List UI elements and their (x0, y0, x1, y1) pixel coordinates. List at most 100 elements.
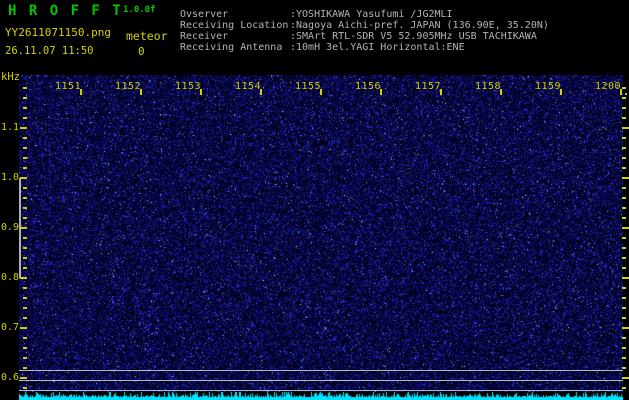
x-tick-label: 1153 (175, 81, 202, 92)
y-minor-tick-left (23, 107, 27, 109)
x-tick-label: 1151 (55, 81, 82, 92)
y-minor-tick-right (622, 267, 626, 269)
y-minor-tick-left (23, 137, 27, 139)
y-minor-tick-right (622, 257, 626, 259)
y-minor-tick-left (23, 317, 27, 319)
y-minor-tick-right (622, 117, 626, 119)
y-minor-tick-right (622, 357, 626, 359)
station-info-row: Receiver :SMArt RTL-SDR V5 52.905MHz USB … (180, 31, 549, 42)
x-tick-label: 1155 (295, 81, 322, 92)
minute-tick (320, 89, 322, 95)
y-minor-tick-right (622, 187, 626, 189)
y-major-tick-right (622, 277, 629, 279)
end-tick-dot (625, 93, 627, 95)
y-minor-tick-left (23, 357, 27, 359)
station-info: Ovserver:YOSHIKAWA Yasufumi /JG2MLI Recei… (180, 9, 549, 53)
station-info-label: Receiving Location (180, 20, 289, 31)
y-minor-tick-left (23, 97, 27, 99)
y-minor-tick-right (622, 167, 626, 169)
station-info-label: Ovserver (180, 9, 229, 20)
y-minor-tick-left (23, 347, 27, 349)
y-minor-tick-right (622, 387, 626, 389)
y-minor-tick-left (23, 207, 27, 209)
y-major-tick-right (622, 377, 629, 379)
y-minor-tick-left (23, 197, 27, 199)
y-minor-tick-left (23, 237, 27, 239)
minute-tick (80, 89, 82, 95)
y-minor-tick-right (622, 157, 626, 159)
minute-tick (620, 89, 622, 95)
y-minor-tick-right (622, 367, 626, 369)
y-major-tick-right (622, 327, 629, 329)
y-minor-tick-right (622, 107, 626, 109)
station-info-value: :YOSHIKAWA Yasufumi /JG2MLI (290, 9, 453, 20)
minute-tick (140, 89, 142, 95)
spectrogram-noise (19, 75, 623, 392)
minute-tick (560, 89, 562, 95)
y-minor-tick-right (622, 197, 626, 199)
station-info-row: Ovserver :YOSHIKAWA Yasufumi /JG2MLI (180, 9, 549, 20)
y-major-tick-left (20, 127, 27, 129)
y-minor-tick-left (23, 217, 27, 219)
minute-tick (260, 89, 262, 95)
app-title: H R O F F T (8, 3, 123, 19)
y-major-tick-right (622, 127, 629, 129)
y-minor-tick-right (622, 287, 626, 289)
y-minor-tick-right (622, 247, 626, 249)
minute-tick (200, 89, 202, 95)
y-minor-tick-right (622, 87, 626, 89)
y-minor-tick-left (23, 187, 27, 189)
y-major-tick-right (622, 227, 629, 229)
y-minor-tick-left (23, 247, 27, 249)
y-minor-tick-left (23, 287, 27, 289)
y-minor-tick-right (622, 337, 626, 339)
station-info-row: Receiving Location:Nagoya Aichi-pref. JA… (180, 20, 549, 31)
minute-tick (500, 89, 502, 95)
y-minor-tick-right (622, 297, 626, 299)
station-info-label: Receiver (180, 31, 229, 42)
y-minor-tick-right (622, 147, 626, 149)
y-minor-tick-left (23, 267, 27, 269)
y-axis-unit-label: kHz (1, 71, 20, 83)
y-tick-label: 0.6 (1, 372, 20, 383)
y-tick-label: 0.9 (1, 222, 20, 233)
y-minor-tick-left (23, 147, 27, 149)
y-tick-label: 1.1 (1, 122, 20, 133)
reference-line-lower (19, 390, 623, 391)
y-minor-tick-left (23, 297, 27, 299)
station-info-label: Receiving Antenna (180, 42, 283, 53)
y-minor-tick-right (622, 207, 626, 209)
x-tick-label: 1159 (535, 81, 562, 92)
reference-line-upper (19, 370, 623, 371)
spectrogram-plot (19, 75, 623, 400)
minute-tick (380, 89, 382, 95)
station-info-value: :SMArt RTL-SDR V5 52.905MHz USB TACHIKAW… (290, 31, 537, 42)
y-minor-tick-right (622, 307, 626, 309)
y-major-tick-left (20, 327, 27, 329)
y-minor-tick-left (23, 117, 27, 119)
y-minor-tick-left (23, 367, 27, 369)
minute-tick (440, 89, 442, 95)
y-major-tick-left (20, 277, 27, 279)
timestamp: 26.11.07 11:50 (5, 45, 94, 57)
y-tick-label: 1.0 (1, 172, 20, 183)
signal-level-graph (19, 392, 623, 400)
x-tick-label: 1152 (115, 81, 142, 92)
y-minor-tick-left (23, 257, 27, 259)
y-tick-label: 0.7 (1, 322, 20, 333)
x-tick-label: 1154 (235, 81, 262, 92)
y-minor-tick-right (622, 237, 626, 239)
x-tick-label: 1156 (355, 81, 382, 92)
y-minor-tick-right (622, 217, 626, 219)
y-minor-tick-left (23, 167, 27, 169)
y-major-tick-left (20, 227, 27, 229)
output-filename: YY2611071150.png (5, 26, 111, 39)
y-major-tick-left (20, 377, 27, 379)
x-tick-label: 1200 (595, 81, 622, 92)
y-minor-tick-right (622, 137, 626, 139)
y-minor-tick-left (23, 87, 27, 89)
y-minor-tick-right (622, 97, 626, 99)
y-tick-label: 0.8 (1, 272, 20, 283)
station-info-value: :Nagoya Aichi-pref. JAPAN (136.90E, 35.2… (290, 20, 549, 31)
reference-line-middle (19, 380, 623, 381)
